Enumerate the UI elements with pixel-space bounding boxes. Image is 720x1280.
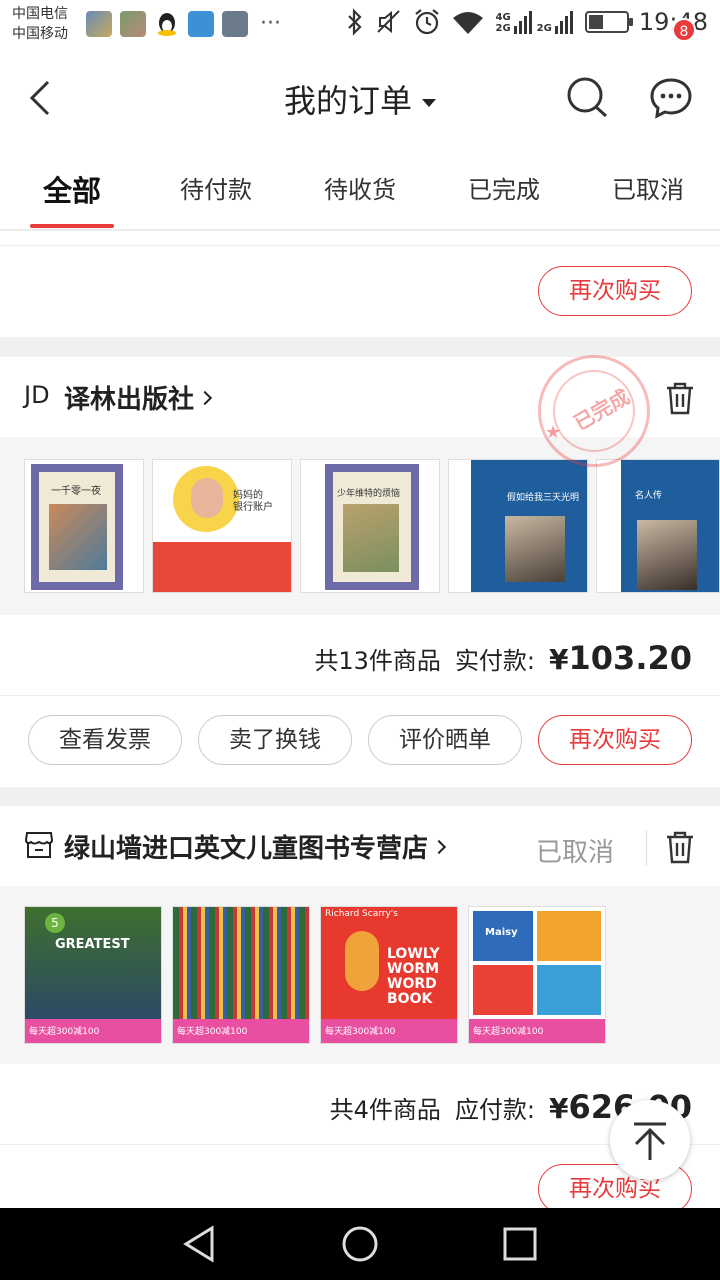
carrier-1: 中国电信 [12,6,68,22]
trash-icon[interactable] [665,830,695,864]
paid-label: 实付款: [454,647,536,675]
more-notifications-icon: ··· [260,11,281,36]
tab-all[interactable]: 全部 [12,168,132,210]
nav-recents-icon[interactable] [500,1224,540,1264]
tab-cancelled[interactable]: 已取消 [588,170,708,205]
chevron-right-icon [431,839,447,854]
chevron-right-icon [197,390,213,405]
app-header: 我的订单 [0,50,720,146]
system-status: 4G 2G 2G 19:48 [345,8,708,36]
back-to-top-button[interactable] [610,1100,690,1180]
qq-icon [154,11,180,37]
page-title[interactable]: 我的订单 [0,76,720,122]
carrier-info: 中国电信 中国移动 [12,4,68,44]
product-image[interactable]: Maisy 每天超300减100 [468,906,606,1044]
photo-app-icon [120,11,146,37]
product-image[interactable]: 妈妈的 银行账户 [152,459,292,593]
trash-icon[interactable] [665,381,695,415]
signal-icon [554,11,573,34]
product-thumbnails[interactable]: 5 GREATEST 每天超300减100 每天超300减100 Richard… [0,886,720,1064]
payable-label: 应付款: [454,1096,536,1124]
search-icon[interactable] [564,74,610,120]
order-card-partial: 再次购买 [0,231,720,337]
completed-stamp: 已完成 ★ [538,355,650,467]
jd-logo: JD [24,381,50,409]
item-count: 共4件商品 [329,1096,441,1124]
view-invoice-button[interactable]: 查看发票 [28,715,182,765]
signal-icon [513,11,532,34]
wifi-icon [453,12,484,34]
photo-app-icon [86,11,112,37]
nav-home-icon[interactable] [340,1224,380,1264]
system-navigation-bar [0,1208,720,1280]
battery-icon [584,11,633,33]
message-badge: 8 [672,18,696,42]
shop-name[interactable]: 绿山墙进口英文儿童图书专营店 [64,828,447,865]
order-tabs: 全部 待付款 待收货 已完成 已取消 [0,146,720,230]
order-summary: 共13件商品 实付款: ¥103.20 [314,639,692,677]
alarm-icon [415,9,440,35]
carrier-2: 中国移动 [12,26,68,42]
item-count: 共13件商品 [314,647,441,675]
caret-down-icon [422,99,436,107]
store-icon [24,832,54,858]
rebuy-button[interactable]: 再次购买 [538,266,692,316]
nav-back-icon[interactable] [180,1224,220,1264]
shop-name[interactable]: 译林出版社 [64,379,213,416]
network-indicator: 4G 2G 2G [495,10,574,34]
status-bar: 中国电信 中国移动 ··· 4G 2G 2G 19:48 [0,0,720,50]
paid-amount: ¥103.20 [549,639,692,677]
mute-icon [377,10,401,34]
gallery-icon [222,11,248,37]
product-image[interactable]: 一千零一夜 [24,459,144,593]
product-image[interactable]: 少年维特的烦恼 [300,459,440,593]
tab-underline [30,224,114,228]
product-image[interactable]: 5 GREATEST 每天超300减100 [24,906,162,1044]
rebuy-button[interactable]: 再次购买 [538,715,692,765]
network-type-3: 2G [536,23,552,34]
tab-completed[interactable]: 已完成 [444,170,564,205]
notification-icons: ··· [86,11,281,37]
page-title-text: 我的订单 [283,82,412,120]
product-image[interactable]: 名人传 [596,459,720,593]
bluetooth-icon [348,8,363,36]
star-icon: ★ [545,422,562,443]
review-button[interactable]: 评价晒单 [368,715,522,765]
product-image[interactable]: 假如给我三天光明 [448,459,588,593]
product-image[interactable]: 每天超300减100 [172,906,310,1044]
notes-icon [188,11,214,37]
product-image[interactable]: Richard Scarry's LOWLY WORM WORD BOOK 每天… [320,906,458,1044]
tab-pending-payment[interactable]: 待付款 [156,170,276,205]
sell-button[interactable]: 卖了换钱 [198,715,352,765]
back-to-top-icon [634,1122,666,1160]
network-type-2: 2G [495,23,511,34]
network-type-1: 4G [495,12,511,23]
order-status: 已取消 [536,838,615,868]
tab-pending-receipt[interactable]: 待收货 [300,170,420,205]
message-icon[interactable] [648,74,694,120]
